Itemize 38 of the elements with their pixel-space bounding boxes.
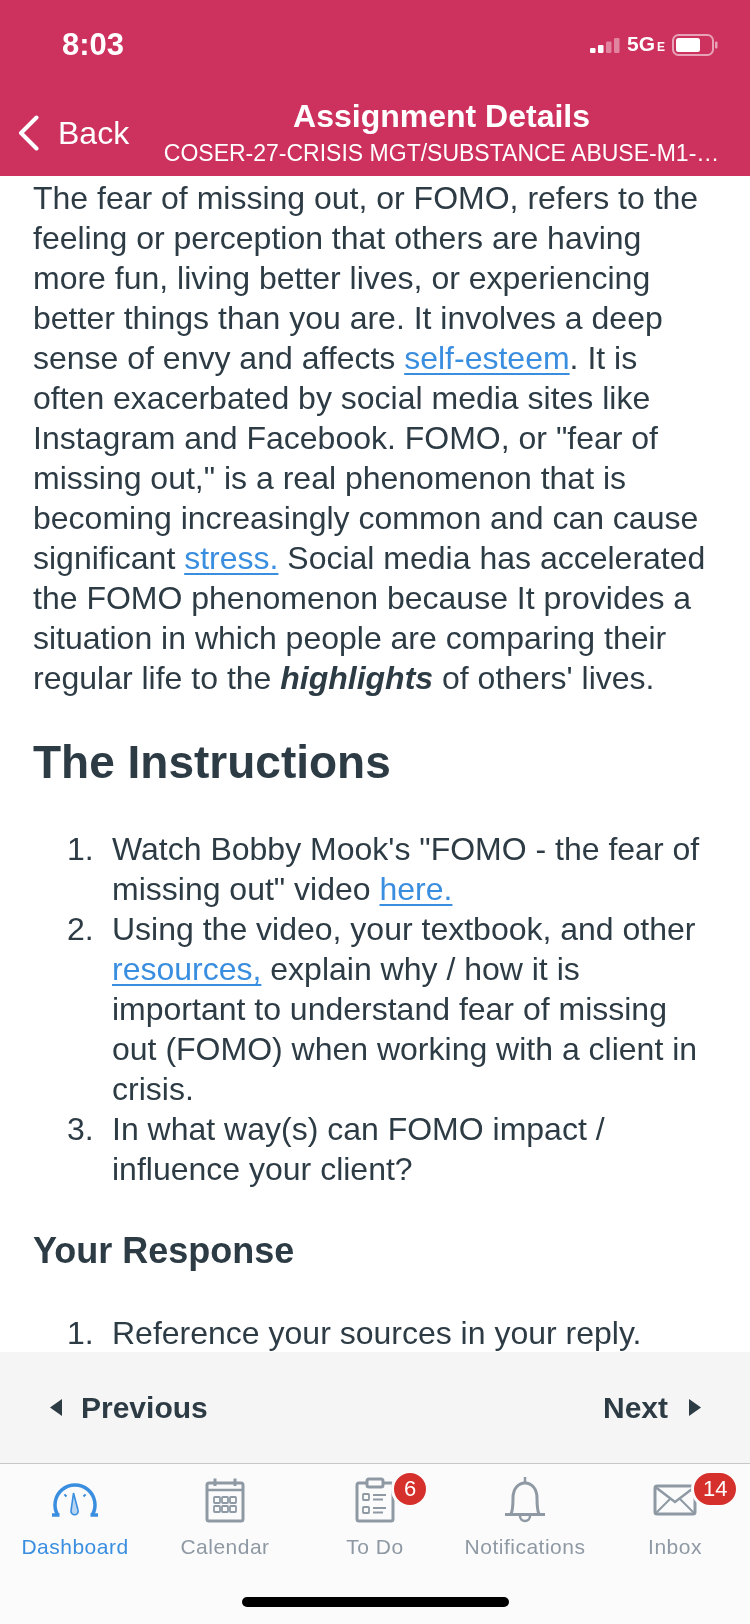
bell-icon [503,1476,547,1524]
list-item-text: Watch Bobby Mook's "FOMO - the fear of missing out" video here. [112,830,701,909]
section-heading: Your Response [33,1230,295,1271]
tab-item[interactable]: 6 To Do [300,1464,450,1560]
back-button[interactable]: Back [17,114,130,152]
list-number: 1. [67,1315,94,1351]
tab-item[interactable]: Dashboard [0,1464,150,1560]
caret-right-icon [689,1399,701,1416]
count-badge: 6 [391,1470,429,1508]
tab-item[interactable]: Notifications [450,1464,600,1560]
page-title: Assignment Details [293,97,591,135]
caret-left-icon [50,1399,62,1416]
clipboard-list-icon [355,1477,395,1523]
previous-button[interactable]: Previous [50,1389,208,1426]
battery-icon [672,34,718,56]
tab-item[interactable]: 14 Inbox [600,1464,750,1560]
inline-link[interactable]: stress. [184,540,279,576]
tab-item[interactable]: Calendar [150,1464,300,1560]
signal-icon [589,37,622,53]
inline-link[interactable]: self-esteem [404,340,570,376]
body-paragraph: The fear of missing out, or FOMO, refers to the feeling or perception that others are having more fun, living better lives, or experiencing better things than you are. It involves a deep sense of envy and affects self-esteem. It is often exacerbated by social media sites like Instagram and Facebook. FOMO, or "fear of missing out," is a real phenomenon that is becoming increasingly common and can cause significant stress. Social media has accelerated the FOMO phenomenon because It provides a situation in which people are comparing their regular life to the highlights of others' lives. [33,179,707,698]
list-number: 3. [67,1111,94,1147]
list-item-text: Reference your sources in your reply. [112,1314,643,1352]
network-label: 5G E [626,32,665,57]
next-button[interactable]: Next [602,1389,701,1426]
inline-link[interactable]: resources, [112,951,262,987]
gauge-icon [50,1483,100,1517]
course-subtitle: COSER-27-CRISIS MGT/SUBSTANCE ABUSE-M1-… [163,139,720,167]
list-number: 1. [67,831,94,867]
chevron-left-icon [17,115,40,151]
calendar-icon [205,1477,245,1523]
list-item-text: Using the video, your textbook, and other resources, explain why / how it is important to understand fear of missing out (FOMO) when working with a client in crisis. [112,910,699,1109]
list-item-text: In what way(s) can FOMO impact / influence your client? [112,1110,606,1189]
status-time: 8:03 [62,27,125,63]
envelope-icon [653,1484,697,1516]
inline-link[interactable]: here. [379,871,453,907]
section-heading: The Instructions [33,736,391,788]
list-number: 2. [67,911,94,947]
